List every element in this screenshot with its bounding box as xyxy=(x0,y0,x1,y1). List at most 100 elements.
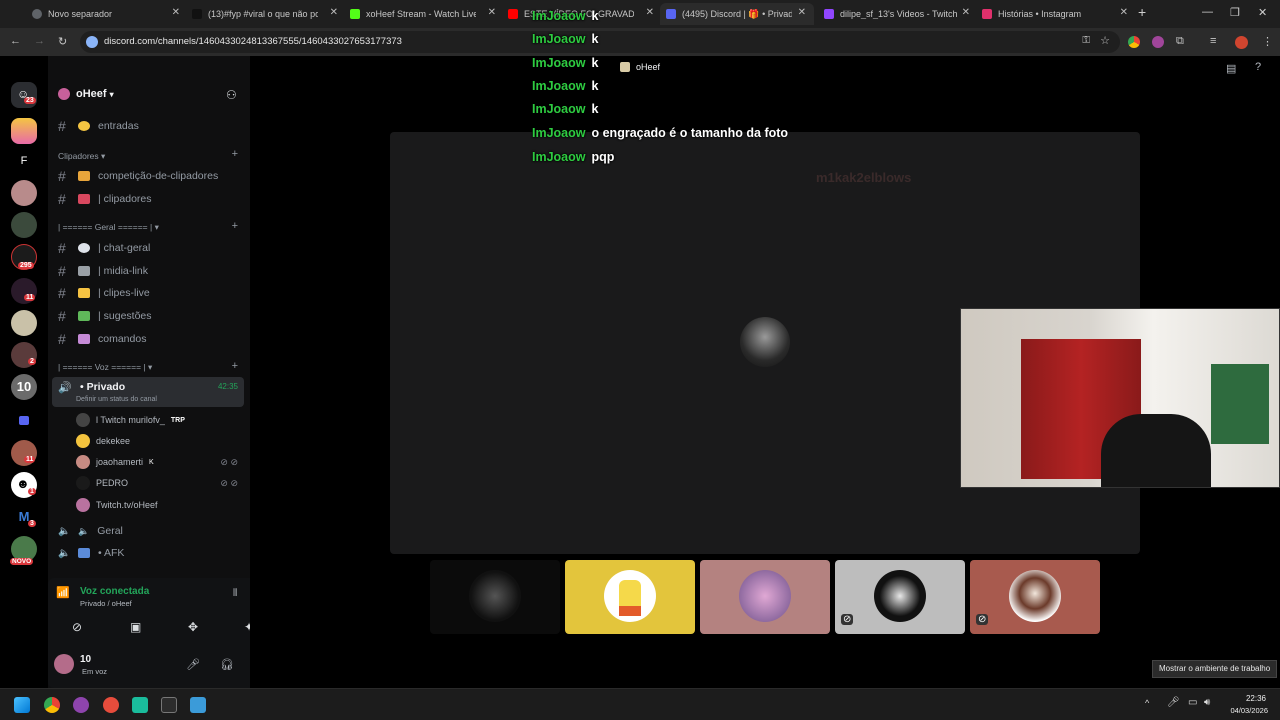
back-icon[interactable]: ← xyxy=(10,35,21,47)
maximize-icon[interactable]: ❐ xyxy=(1230,6,1240,19)
category-geral[interactable]: | ====== Geral ====== | ▾ xyxy=(58,222,159,233)
network-icon[interactable]: ▭ xyxy=(1188,697,1197,708)
chrome-icon[interactable] xyxy=(44,697,60,713)
robot-emoji-icon xyxy=(78,334,90,344)
tab-discord[interactable]: (4495) Discord | 🎁 • Privad ✕ xyxy=(660,3,814,25)
direct-messages-button[interactable]: ☺ xyxy=(11,82,37,108)
category-clipadores[interactable]: Clipadores ▾ xyxy=(58,151,105,162)
channel-status-prompt[interactable]: Definir um status do canal xyxy=(76,396,157,403)
close-icon[interactable]: ✕ xyxy=(330,7,338,18)
start-windows-icon[interactable] xyxy=(14,697,30,713)
category-voz[interactable]: | ====== Voz ====== | ▾ xyxy=(58,362,152,373)
extension-icon[interactable] xyxy=(1152,36,1164,48)
minimize-icon[interactable]: — xyxy=(1202,6,1213,18)
new-tab-button[interactable]: + xyxy=(1138,4,1146,20)
sleep-emoji-icon xyxy=(78,548,90,558)
discord-app: ☺ 23 F 295 11 2 10 11 ☻ 1 M 3 NOVO oHeef xyxy=(0,56,1280,688)
voice-channel-afk[interactable]: 🔈 • AFK xyxy=(58,547,124,559)
activities-icon[interactable]: ✥ xyxy=(188,620,198,634)
add-channel-icon[interactable]: + xyxy=(232,148,238,160)
camera-off-icon[interactable]: ⊘ xyxy=(72,620,82,634)
reload-icon[interactable]: ↻ xyxy=(58,35,67,48)
close-icon[interactable]: ✕ xyxy=(798,7,806,18)
help-icon[interactable]: ? xyxy=(1255,61,1261,73)
close-window-icon[interactable]: ✕ xyxy=(1258,6,1267,19)
forward-icon[interactable]: → xyxy=(34,35,45,47)
server-icon[interactable]: F xyxy=(11,148,37,174)
avatar xyxy=(76,434,90,448)
app-icon[interactable] xyxy=(73,697,89,713)
channel-comandos[interactable]: # comandos xyxy=(58,331,146,347)
address-bar[interactable]: discord.com/channels/1460433024813367555… xyxy=(80,31,1120,53)
tab-kick[interactable]: xoHeef Stream - Watch Live on ✕ xyxy=(350,3,496,25)
channel-midia-link[interactable]: # | midia-link xyxy=(58,263,148,279)
username: 10 xyxy=(80,654,92,665)
add-channel-icon[interactable]: + xyxy=(232,220,238,232)
webcam-feed[interactable] xyxy=(960,308,1280,488)
app-icon[interactable] xyxy=(103,697,119,713)
clock-time[interactable]: 22:36 xyxy=(1226,694,1266,703)
chevron-up-icon[interactable]: ^ xyxy=(1145,698,1149,708)
media-controls-icon[interactable]: ≡ xyxy=(1210,35,1216,47)
channel-chat-geral[interactable]: # | chat-geral xyxy=(58,240,150,256)
avatar[interactable] xyxy=(54,654,74,674)
close-icon[interactable]: ✕ xyxy=(962,7,970,18)
site-info-icon[interactable] xyxy=(86,36,98,48)
microphone-icon[interactable]: 🎤︎ xyxy=(1167,697,1180,708)
voice-user[interactable]: PEDRO xyxy=(76,476,128,490)
voice-channel-privado[interactable]: 🔊 • Privado 42:35 Definir um status do c… xyxy=(52,377,244,407)
tab-new[interactable]: Novo separador ✕ xyxy=(32,3,180,25)
server-icon[interactable] xyxy=(11,212,37,238)
profile-avatar[interactable] xyxy=(1235,36,1248,49)
tab-tiktok[interactable]: (13)#fyp #viral o que não pode ✕ xyxy=(192,3,338,25)
channel-clipadores[interactable]: # | clipadores xyxy=(58,191,152,207)
microphone-icon[interactable]: 🎤︎ xyxy=(186,658,200,671)
app-icon[interactable] xyxy=(190,697,206,713)
server-icon[interactable] xyxy=(11,118,37,144)
bookmark-star-icon[interactable]: ☆ xyxy=(1100,34,1110,47)
voice-user[interactable]: l Twitch murilofv_ TRP xyxy=(76,413,185,427)
inbox-icon[interactable]: ▤ xyxy=(1226,62,1236,75)
app-icon[interactable] xyxy=(132,697,148,713)
extension-icon[interactable] xyxy=(1128,36,1140,48)
close-icon[interactable]: ✕ xyxy=(488,7,496,18)
channel-competicao[interactable]: # competição-de-clipadores xyxy=(58,168,218,184)
voice-user[interactable]: joaohamerti K xyxy=(76,455,154,469)
screen-share-icon[interactable]: ▣ xyxy=(130,620,141,634)
participant-tile[interactable] xyxy=(700,560,830,634)
add-channel-icon[interactable]: + xyxy=(232,360,238,372)
channel-clipes-live[interactable]: # | clipes-live xyxy=(58,285,150,301)
participant-tile[interactable]: ⊘ xyxy=(835,560,965,634)
clock-date[interactable]: 04/03/2026 xyxy=(1220,706,1268,715)
headphones-icon[interactable]: 🎧︎ xyxy=(220,658,234,671)
overlay-chat-message: ImJoaow k xyxy=(532,102,599,116)
channel-sugestoes[interactable]: # | sugestões xyxy=(58,308,152,324)
server-icon[interactable]: 10 xyxy=(11,374,37,400)
participant-tile[interactable] xyxy=(565,560,695,634)
voice-user[interactable]: dekekee xyxy=(76,434,130,448)
extensions-puzzle-icon[interactable]: ⧉ xyxy=(1176,35,1184,48)
app-icon[interactable] xyxy=(161,697,177,713)
noise-suppression-icon[interactable]: ⫴ xyxy=(233,588,237,599)
participant-tile[interactable]: ⊘ xyxy=(970,560,1100,634)
volume-icon[interactable]: 🔊︎ xyxy=(1204,697,1210,708)
folder-icon[interactable] xyxy=(11,408,37,434)
voice-user[interactable]: Twitch.tv/oHeef xyxy=(76,498,158,512)
more-menu-icon[interactable]: ⋮ xyxy=(1262,35,1273,48)
close-icon[interactable]: ✕ xyxy=(646,7,654,18)
tab-instagram[interactable]: Histórias • Instagram ✕ xyxy=(982,3,1128,25)
overlay-chat-message: ImJoaow k xyxy=(532,9,599,23)
voice-stage-area: oHeef ▤ ? m1kak2elblows ⊘ ⊘ xyxy=(250,56,1280,688)
tab-twitch[interactable]: dilipe_sf_13's Videos - Twitch ✕ xyxy=(824,3,970,25)
voice-location[interactable]: Privado / oHeef xyxy=(80,599,132,608)
participant-tile[interactable] xyxy=(430,560,560,634)
server-icon[interactable] xyxy=(11,310,37,336)
voice-channel-geral[interactable]: 🔈 🔈 Geral xyxy=(58,525,123,537)
password-key-icon[interactable]: ⚿ xyxy=(1082,35,1090,46)
close-icon[interactable]: ✕ xyxy=(1120,7,1128,18)
server-icon[interactable] xyxy=(11,180,37,206)
close-icon[interactable]: ✕ xyxy=(172,7,180,18)
server-header[interactable]: oHeef ▾ xyxy=(58,88,114,100)
invite-people-icon[interactable]: ⚇ xyxy=(226,88,237,102)
channel-entradas[interactable]: # entradas xyxy=(58,118,139,134)
